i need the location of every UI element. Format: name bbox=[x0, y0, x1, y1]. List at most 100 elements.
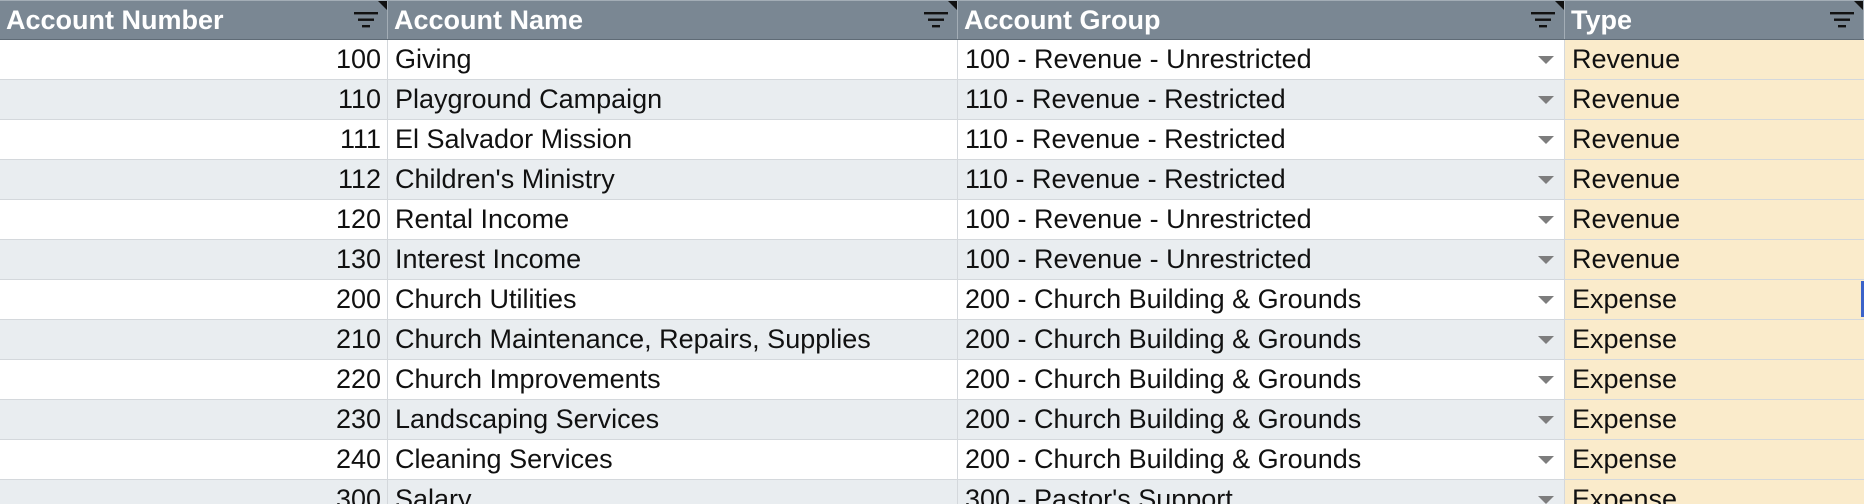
account-group-value: 100 - Revenue - Unrestricted bbox=[965, 204, 1312, 234]
account-number-cell[interactable]: 230 bbox=[0, 400, 388, 439]
filter-icon[interactable] bbox=[1829, 10, 1855, 30]
table-row: 112 Children's Ministry 110 - Revenue - Re… bbox=[0, 160, 1864, 200]
filter-icon[interactable] bbox=[1530, 10, 1556, 30]
account-group-cell[interactable]: 100 - Revenue - Unrestricted bbox=[958, 40, 1565, 79]
type-value: Revenue bbox=[1572, 204, 1681, 234]
account-name-cell[interactable]: Landscaping Services bbox=[388, 400, 958, 439]
type-cell[interactable]: Expense bbox=[1565, 360, 1864, 399]
account-group-value: 200 - Church Building & Grounds bbox=[965, 324, 1362, 354]
account-name-value: Church Improvements bbox=[395, 364, 661, 394]
account-number-value: 111 bbox=[339, 124, 381, 154]
account-number-cell[interactable]: 110 bbox=[0, 80, 388, 119]
account-group-value: 200 - Church Building & Grounds bbox=[965, 364, 1362, 394]
chevron-down-icon[interactable] bbox=[1538, 136, 1554, 144]
account-number-cell[interactable]: 240 bbox=[0, 440, 388, 479]
account-group-cell[interactable]: 300 - Pastor's Support bbox=[958, 480, 1565, 504]
account-name-cell[interactable]: Cleaning Services bbox=[388, 440, 958, 479]
account-name-cell[interactable]: Giving bbox=[388, 40, 958, 79]
account-group-cell[interactable]: 200 - Church Building & Grounds bbox=[958, 280, 1565, 319]
filter-icon[interactable] bbox=[923, 10, 949, 30]
chevron-down-icon[interactable] bbox=[1538, 456, 1554, 464]
type-cell[interactable]: Revenue bbox=[1565, 120, 1864, 159]
chevron-down-icon[interactable] bbox=[1538, 336, 1554, 344]
type-cell[interactable]: Revenue bbox=[1565, 240, 1864, 279]
account-name-value: Children's Ministry bbox=[395, 164, 615, 194]
account-number-value: 200 bbox=[335, 284, 381, 314]
chevron-down-icon[interactable] bbox=[1538, 256, 1554, 264]
account-group-cell[interactable]: 100 - Revenue - Unrestricted bbox=[958, 200, 1565, 239]
account-name-cell[interactable]: Salary bbox=[388, 480, 958, 504]
account-number-cell[interactable]: 111 bbox=[0, 120, 388, 159]
account-group-cell[interactable]: 100 - Revenue - Unrestricted bbox=[958, 240, 1565, 279]
account-name-cell[interactable]: Children's Ministry bbox=[388, 160, 958, 199]
type-cell[interactable]: Revenue bbox=[1565, 160, 1864, 199]
column-header-label: Account Number bbox=[6, 5, 224, 35]
type-value: Revenue bbox=[1572, 84, 1681, 114]
account-number-cell[interactable]: 210 bbox=[0, 320, 388, 359]
spreadsheet: Account Number Account Name Account Group T… bbox=[0, 0, 1864, 504]
type-cell[interactable]: Revenue bbox=[1565, 200, 1864, 239]
account-group-value: 110 - Revenue - Restricted bbox=[965, 124, 1286, 154]
chevron-down-icon[interactable] bbox=[1538, 416, 1554, 424]
account-group-cell[interactable]: 200 - Church Building & Grounds bbox=[958, 440, 1565, 479]
account-group-cell[interactable]: 200 - Church Building & Grounds bbox=[958, 400, 1565, 439]
account-name-cell[interactable]: Church Improvements bbox=[388, 360, 958, 399]
type-cell[interactable]: Revenue bbox=[1565, 80, 1864, 119]
account-number-value: 120 bbox=[335, 204, 381, 234]
account-group-cell[interactable]: 200 - Church Building & Grounds bbox=[958, 320, 1565, 359]
column-header-account-group[interactable]: Account Group bbox=[958, 1, 1565, 39]
filter-icon[interactable] bbox=[353, 10, 379, 30]
account-group-value: 300 - Pastor's Support bbox=[965, 484, 1233, 504]
account-number-cell[interactable]: 112 bbox=[0, 160, 388, 199]
column-header-label: Account Name bbox=[394, 5, 584, 35]
account-group-value: 110 - Revenue - Restricted bbox=[965, 84, 1286, 114]
account-number-cell[interactable]: 300 bbox=[0, 480, 388, 504]
table-row: 111 El Salvador Mission 110 - Revenue - Re… bbox=[0, 120, 1864, 160]
account-number-cell[interactable]: 220 bbox=[0, 360, 388, 399]
column-header-account-number[interactable]: Account Number bbox=[0, 1, 388, 39]
chevron-down-icon[interactable] bbox=[1538, 216, 1554, 224]
account-name-cell[interactable]: Church Maintenance, Repairs, Supplies bbox=[388, 320, 958, 359]
account-name-cell[interactable]: Playground Campaign bbox=[388, 80, 958, 119]
account-group-cell[interactable]: 110 - Revenue - Restricted bbox=[958, 120, 1565, 159]
column-header-type[interactable]: Type bbox=[1565, 1, 1864, 39]
account-number-cell[interactable]: 130 bbox=[0, 240, 388, 279]
account-group-value: 200 - Church Building & Grounds bbox=[965, 444, 1362, 474]
account-number-value: 240 bbox=[335, 444, 381, 474]
account-name-cell[interactable]: Church Utilities bbox=[388, 280, 958, 319]
table-row: 300 Salary 300 - Pastor's Support Expense bbox=[0, 480, 1864, 504]
chevron-down-icon[interactable] bbox=[1538, 176, 1554, 184]
column-header-label: Account Group bbox=[964, 5, 1161, 35]
chevron-down-icon[interactable] bbox=[1538, 296, 1554, 304]
table-row: 100 Giving 100 - Revenue - Unrestricted Rev… bbox=[0, 40, 1864, 80]
type-cell[interactable]: Expense bbox=[1565, 440, 1864, 479]
type-cell[interactable]: Expense bbox=[1565, 280, 1864, 319]
type-cell[interactable]: Expense bbox=[1565, 480, 1864, 504]
type-cell[interactable]: Revenue bbox=[1565, 40, 1864, 79]
account-number-cell[interactable]: 120 bbox=[0, 200, 388, 239]
chevron-down-icon[interactable] bbox=[1538, 56, 1554, 64]
account-number-value: 100 bbox=[335, 44, 381, 74]
type-cell[interactable]: Expense bbox=[1565, 320, 1864, 359]
account-name-value: Giving bbox=[395, 44, 472, 74]
account-group-cell[interactable]: 110 - Revenue - Restricted bbox=[958, 160, 1565, 199]
account-number-cell[interactable]: 100 bbox=[0, 40, 388, 79]
account-name-value: Landscaping Services bbox=[395, 404, 660, 434]
account-name-cell[interactable]: Rental Income bbox=[388, 200, 958, 239]
account-number-value: 112 bbox=[337, 164, 381, 194]
type-value: Expense bbox=[1572, 444, 1678, 474]
chevron-down-icon[interactable] bbox=[1538, 376, 1554, 384]
table-body: 100 Giving 100 - Revenue - Unrestricted Rev… bbox=[0, 40, 1864, 504]
account-group-value: 200 - Church Building & Grounds bbox=[965, 284, 1362, 314]
type-value: Expense bbox=[1572, 484, 1678, 504]
account-name-cell[interactable]: Interest Income bbox=[388, 240, 958, 279]
column-header-account-name[interactable]: Account Name bbox=[388, 1, 958, 39]
chevron-down-icon[interactable] bbox=[1538, 96, 1554, 104]
account-group-cell[interactable]: 110 - Revenue - Restricted bbox=[958, 80, 1565, 119]
account-group-cell[interactable]: 200 - Church Building & Grounds bbox=[958, 360, 1565, 399]
account-name-cell[interactable]: El Salvador Mission bbox=[388, 120, 958, 159]
chevron-down-icon[interactable] bbox=[1538, 496, 1554, 504]
account-name-value: El Salvador Mission bbox=[395, 124, 633, 154]
type-cell[interactable]: Expense bbox=[1565, 400, 1864, 439]
account-number-cell[interactable]: 200 bbox=[0, 280, 388, 319]
